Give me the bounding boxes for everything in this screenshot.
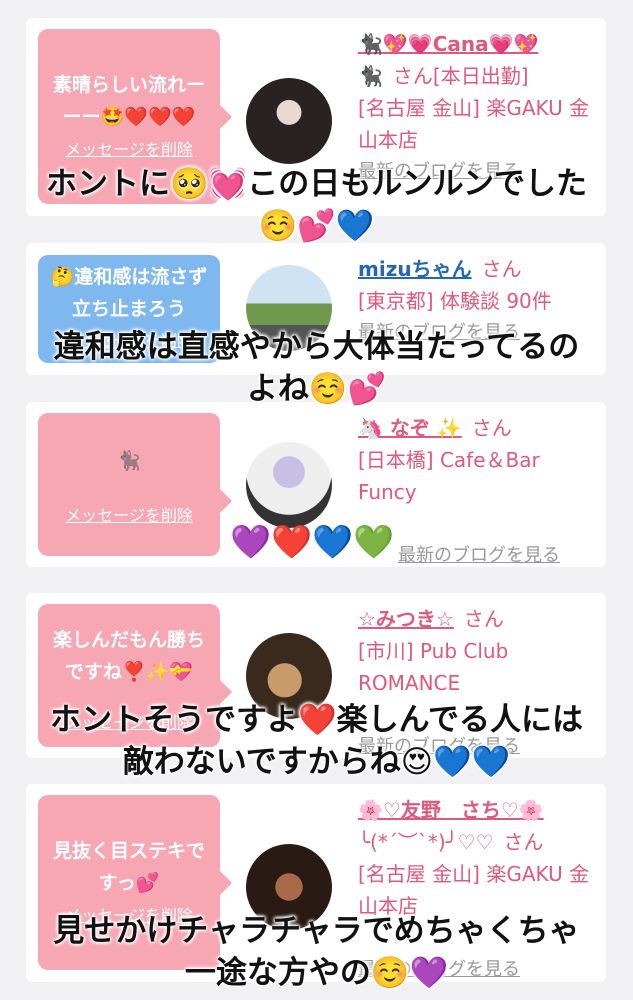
shop-link[interactable]: [東京都] 体験談 90件 xyxy=(358,285,598,317)
san-label: さん xyxy=(471,416,512,440)
avatar[interactable] xyxy=(246,442,332,528)
shop-link[interactable]: [市川] Pub Club ROMANCE xyxy=(358,635,598,699)
caption-1-line-1: ホントに🥺💓この日もルンルンでした xyxy=(46,166,587,202)
user-name-suffix: 🐈‍⬛ xyxy=(358,64,383,88)
caption-5-line-1: 見せかけチャラチャラでめちゃくちゃ xyxy=(53,913,580,949)
user-name-link[interactable]: 🐈‍⬛💖💗Cana💗💖 xyxy=(358,32,538,56)
caption-2-line-1: 違和感は直感やから大体当たってるの xyxy=(53,329,580,365)
caption-2-line-2: よね☺️💕 xyxy=(246,371,387,407)
san-label: さん xyxy=(503,830,544,854)
caption-3-emoji: 💜❤️💙💚 xyxy=(230,522,395,561)
caption-4-line-2: 敵わないですからね😍💙💙 xyxy=(122,744,511,780)
caption-1-line-2: ☺️💕💙 xyxy=(258,208,375,244)
shop-link[interactable]: [日本橋] Cafe＆Bar Funcy xyxy=(358,444,598,508)
avatar[interactable] xyxy=(246,78,332,164)
message-bubble: 🐈‍⬛ メッセージを削除 xyxy=(38,413,232,556)
message-text: 楽しんだもん勝ちですね❣️✨💝 xyxy=(52,629,205,683)
caption-4-line-1: ホントそうですよ❤️楽しんでる人には xyxy=(49,702,584,738)
caption-5-line-2: 一途な方やの☺️💜 xyxy=(184,955,449,991)
user-name-link[interactable]: ☆みつき☆ xyxy=(358,607,454,631)
cat-icon: 🐈‍⬛ xyxy=(117,450,141,472)
user-name-suffix: ╰(*´︶`*)╯♡♡ xyxy=(358,830,494,854)
delete-message-link[interactable]: メッセージを削除 xyxy=(38,136,220,160)
san-label: さん xyxy=(481,257,522,281)
message-text: 🤔違和感は流さず立ち止まろう xyxy=(50,266,208,320)
san-label: さん xyxy=(463,607,504,631)
delete-message-link[interactable]: メッセージを削除 xyxy=(38,502,220,526)
user-name-link[interactable]: 🌸♡友野 さち♡🌸 xyxy=(358,798,544,822)
san-label: さん[本日出勤] xyxy=(392,64,529,88)
message-text: 素晴らしい流れー ーー🤩❤️❤️❤️ xyxy=(52,74,205,128)
shop-link[interactable]: [名古屋 金山] 楽GAKU 金山本店 xyxy=(358,92,598,156)
user-name-link[interactable]: mizuちゃん xyxy=(358,257,472,281)
user-name-link[interactable]: 🦄 なぞ ✨ xyxy=(358,416,462,440)
message-text: 見抜く目ステキですっ💕 xyxy=(52,840,205,894)
